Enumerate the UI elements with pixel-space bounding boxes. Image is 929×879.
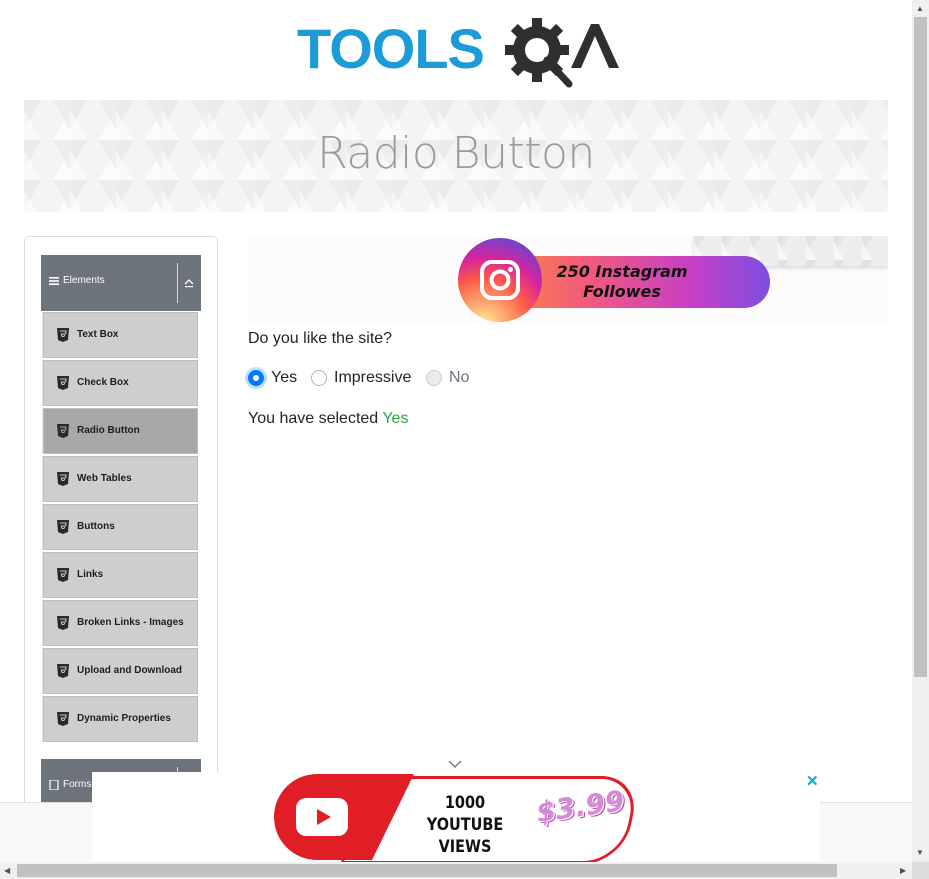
vertical-scrollbar[interactable]: ▲ ▼ [912, 0, 929, 862]
ad-text: 1000 YOUTUBE VIEWS [410, 792, 521, 858]
scrollbar-thumb[interactable] [914, 17, 927, 677]
sidebar-group-label: Forms [63, 779, 92, 790]
scroll-up-icon[interactable]: ▲ [916, 4, 924, 13]
sidebar-item-label: Links [77, 569, 104, 580]
sidebar-item-label: Upload and Download [77, 665, 182, 676]
logo-text-tools: TOOLS [297, 17, 484, 80]
ad-line1: 1000 [444, 793, 486, 813]
html5-icon [57, 568, 69, 582]
sidebar-item-label: Dynamic Properties [77, 713, 171, 724]
instagram-ad[interactable]: 250 Instagram Followes [248, 236, 888, 326]
ad-line2: YOUTUBE VIEWS [426, 815, 504, 857]
horizontal-scrollbar[interactable]: ◀ ▶ [0, 862, 912, 879]
result-value: Yes [382, 410, 409, 427]
ad-text: 250 Instagram Followes [552, 262, 692, 302]
html5-icon [57, 424, 69, 438]
logo-letter-a [571, 24, 619, 68]
html5-icon [57, 520, 69, 534]
radio-no [426, 370, 442, 386]
close-icon[interactable]: ✕ [806, 772, 819, 790]
youtube-ad[interactable]: 1000 YOUTUBE VIEWS $3.99 [92, 772, 820, 864]
sidebar-item-radio-button[interactable]: Radio Button [42, 408, 198, 454]
radio-label-impressive[interactable]: Impressive [334, 369, 411, 387]
sidebar-item-label: Web Tables [77, 473, 132, 484]
html5-icon [57, 376, 69, 390]
chevron-down-icon[interactable] [447, 758, 463, 770]
collapse-up-icon[interactable] [181, 275, 197, 291]
html5-icon [57, 472, 69, 486]
scroll-right-icon[interactable]: ▶ [900, 866, 906, 875]
question-text: Do you like the site? [248, 330, 393, 347]
instagram-icon [458, 238, 542, 322]
radio-label-yes[interactable]: Yes [271, 369, 297, 387]
sidebar-group-elements[interactable]: Elements [41, 255, 201, 311]
sidebar-item-label: Text Box [77, 329, 119, 340]
selection-result: You have selected Yes [248, 410, 408, 428]
result-prefix: You have selected [248, 410, 379, 427]
ad-text-line1: 250 Instagram [556, 262, 688, 281]
sidebar-item-broken-links[interactable]: Broken Links - Images [42, 600, 198, 646]
sidebar-item-label: Broken Links - Images [77, 617, 184, 628]
sidebar-item-check-box[interactable]: Check Box [42, 360, 198, 406]
radio-impressive[interactable] [311, 370, 327, 386]
sidebar-item-label: Check Box [77, 377, 129, 388]
scroll-down-icon[interactable]: ▼ [916, 848, 924, 857]
document-icon [49, 780, 59, 790]
scroll-left-icon[interactable]: ◀ [4, 866, 10, 875]
html5-icon [57, 664, 69, 678]
divider [177, 263, 178, 303]
sidebar-item-links[interactable]: Links [42, 552, 198, 598]
radio-yes[interactable] [248, 370, 264, 386]
sidebar: Elements Text Box Check Box Radio Button… [24, 236, 218, 838]
sidebar-item-buttons[interactable]: Buttons [42, 504, 198, 550]
sidebar-item-label: Radio Button [77, 425, 140, 436]
page-title: Radio Button [317, 128, 595, 179]
sidebar-item-dynamic-properties[interactable]: Dynamic Properties [42, 696, 198, 742]
ad-text-line2: Followes [583, 282, 661, 301]
toolsqa-logo[interactable]: TOOLS [297, 14, 621, 90]
scrollbar-corner [912, 862, 929, 879]
html5-icon [57, 328, 69, 342]
sidebar-item-web-tables[interactable]: Web Tables [42, 456, 198, 502]
sidebar-group-label: Elements [63, 275, 105, 286]
hamburger-icon [49, 277, 59, 285]
html5-icon [57, 712, 69, 726]
gear-icon [505, 18, 573, 88]
youtube-icon [296, 798, 348, 836]
sidebar-item-text-box[interactable]: Text Box [42, 312, 198, 358]
scrollbar-thumb[interactable] [17, 864, 837, 877]
sidebar-item-label: Buttons [77, 521, 115, 532]
html5-icon [57, 616, 69, 630]
radio-label-no: No [449, 369, 470, 386]
sidebar-item-upload-download[interactable]: Upload and Download [42, 648, 198, 694]
page-banner: Radio Button [24, 100, 888, 212]
